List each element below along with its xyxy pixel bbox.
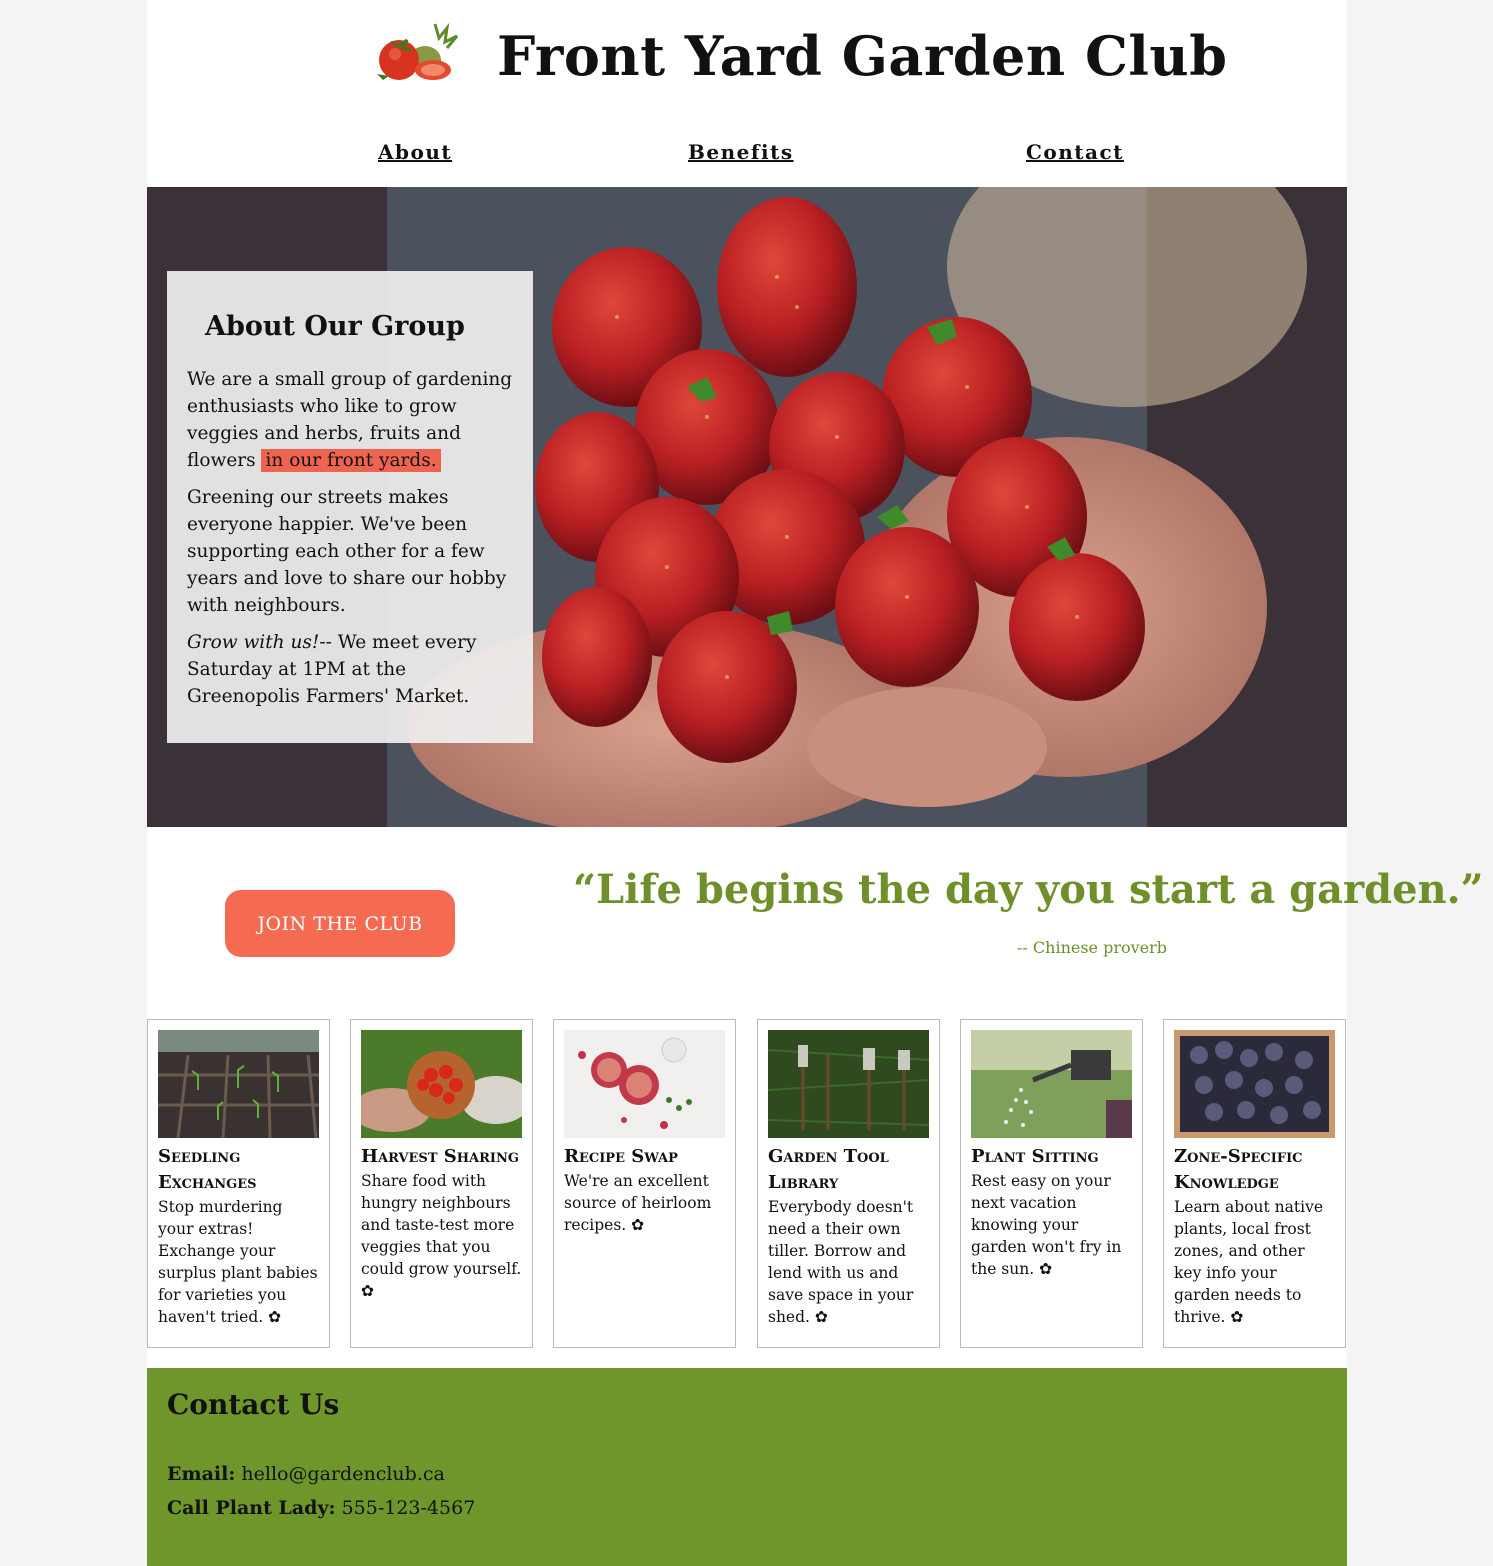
garden-tools-image	[768, 1030, 929, 1138]
card-text: Everybody doesn't need a their own tille…	[768, 1198, 914, 1326]
contact-email: Email: hello@gardenclub.ca	[167, 1463, 1327, 1485]
page: Front Yard Garden Club About Benefits Co…	[147, 0, 1484, 1566]
email-label: Email:	[167, 1463, 236, 1485]
nav-benefits-link[interactable]: Benefits	[688, 140, 794, 164]
card-text: Rest easy on your next vacation knowing …	[971, 1172, 1122, 1278]
about-card: About Our Group We are a small group of …	[167, 271, 533, 743]
garden-quote: “Life begins the day you start a garden.…	[573, 866, 1484, 913]
pies-image	[564, 1030, 725, 1138]
benefit-card-plant-sitting: Plant Sitting Rest easy on your next vac…	[960, 1019, 1143, 1348]
site-title: Front Yard Garden Club	[497, 24, 1228, 88]
card-title: Plant Sitting	[971, 1146, 1099, 1167]
card-title: Seedling Exchanges	[158, 1146, 257, 1193]
card-text: Stop murdering your extras! Exchange you…	[158, 1198, 318, 1326]
card-title: Recipe Swap	[564, 1146, 678, 1167]
email-value[interactable]: hello@gardenclub.ca	[241, 1463, 444, 1485]
seedlings-image	[158, 1030, 319, 1138]
tomatoes-bowl-image	[361, 1030, 522, 1138]
join-club-button[interactable]: JOIN THE CLUB	[225, 890, 455, 957]
about-p3-emphasis: Grow with us!	[187, 632, 320, 653]
card-text: Share food with hungry neighbours and ta…	[361, 1172, 522, 1300]
phone-label: Call Plant Lady:	[167, 1497, 336, 1519]
about-title: About Our Group	[205, 311, 465, 342]
site-header: Front Yard Garden Club About Benefits Co…	[147, 0, 1347, 187]
about-paragraph-2: Greening our streets makes everyone happ…	[187, 487, 507, 616]
card-text: We're an excellent source of heirloom re…	[564, 1172, 712, 1234]
blackberries-image	[1174, 1030, 1335, 1138]
contact-phone: Call Plant Lady: 555-123-4567	[167, 1497, 1327, 1519]
benefit-card-tools: Garden Tool Library Everybody doesn't ne…	[757, 1019, 940, 1348]
watering-can-image	[971, 1030, 1132, 1138]
contact-title: Contact Us	[167, 1388, 340, 1421]
benefit-card-zone: Zone-Specific Knowledge Learn about nati…	[1163, 1019, 1346, 1348]
benefit-card-recipe: Recipe Swap We're an excellent source of…	[553, 1019, 736, 1348]
phone-value[interactable]: 555-123-4567	[342, 1497, 476, 1519]
about-paragraph-1: We are a small group of gardening enthus…	[187, 366, 513, 474]
card-text: Learn about native plants, local frost z…	[1174, 1198, 1323, 1326]
benefit-card-seedling: Seedling Exchanges Stop murdering your e…	[147, 1019, 330, 1348]
benefit-card-harvest: Harvest Sharing Share food with hungry n…	[350, 1019, 533, 1348]
tomato-logo-icon	[377, 22, 459, 80]
card-title: Harvest Sharing	[361, 1146, 519, 1167]
card-title: Garden Tool Library	[768, 1146, 889, 1193]
quote-attribution: -- Chinese proverb	[1017, 938, 1168, 957]
about-highlight: in our front yards.	[261, 449, 441, 472]
about-paragraph-3: Grow with us!-- We meet every Saturday a…	[187, 629, 513, 710]
hero-section: About Our Group We are a small group of …	[147, 187, 1347, 827]
nav-contact-link[interactable]: Contact	[1026, 140, 1124, 164]
card-title: Zone-Specific Knowledge	[1174, 1146, 1303, 1193]
contact-section: Contact Us Email: hello@gardenclub.ca Ca…	[147, 1368, 1347, 1566]
nav-about-link[interactable]: About	[378, 140, 452, 164]
